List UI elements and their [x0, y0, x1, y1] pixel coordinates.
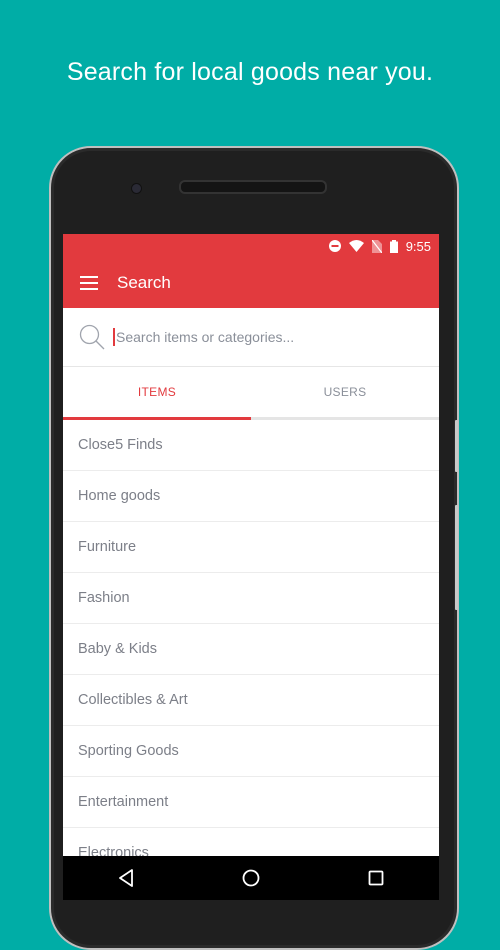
- search-row: [63, 308, 439, 367]
- app-bar-title: Search: [117, 273, 171, 292]
- category-item[interactable]: Baby & Kids: [63, 624, 439, 675]
- category-item[interactable]: Furniture: [63, 522, 439, 573]
- camera-icon: [131, 183, 142, 194]
- recents-button[interactable]: [361, 863, 391, 893]
- tab-users[interactable]: USERS: [251, 367, 439, 417]
- category-item[interactable]: Sporting Goods: [63, 726, 439, 777]
- no-sim-icon: [371, 239, 382, 253]
- back-button[interactable]: [111, 863, 141, 893]
- back-icon: [118, 869, 133, 887]
- do-not-disturb-icon: [328, 240, 341, 252]
- search-icon: [79, 324, 105, 350]
- speaker-grille: [179, 180, 327, 194]
- battery-icon: [389, 239, 398, 253]
- category-item[interactable]: Fashion: [63, 573, 439, 624]
- hamburger-menu-icon[interactable]: [80, 276, 98, 290]
- category-item[interactable]: Close5 Finds: [63, 420, 439, 471]
- category-item[interactable]: Collectibles & Art: [63, 675, 439, 726]
- active-tab-indicator: [63, 417, 251, 420]
- category-item[interactable]: Home goods: [63, 471, 439, 522]
- home-icon: [242, 869, 260, 887]
- home-button[interactable]: [236, 863, 266, 893]
- headline: Search for local goods near you.: [66, 58, 434, 86]
- tab-items[interactable]: ITEMS: [63, 367, 251, 417]
- phone-screen: 9:55 Search ITEMS USERS Close5 Finds Hom…: [63, 234, 439, 900]
- recents-icon: [368, 870, 384, 886]
- status-bar: 9:55: [63, 234, 439, 258]
- tab-bar: ITEMS USERS: [63, 367, 439, 420]
- volume-button: [455, 420, 458, 472]
- search-input[interactable]: [113, 328, 418, 346]
- navigation-bar: [63, 856, 439, 900]
- category-item[interactable]: Entertainment: [63, 777, 439, 828]
- status-time: 9:55: [405, 238, 431, 254]
- category-list: Close5 Finds Home goods Furniture Fashio…: [63, 420, 439, 879]
- app-bar: Search: [63, 258, 439, 308]
- power-button: [455, 505, 458, 610]
- wifi-icon: [348, 240, 364, 252]
